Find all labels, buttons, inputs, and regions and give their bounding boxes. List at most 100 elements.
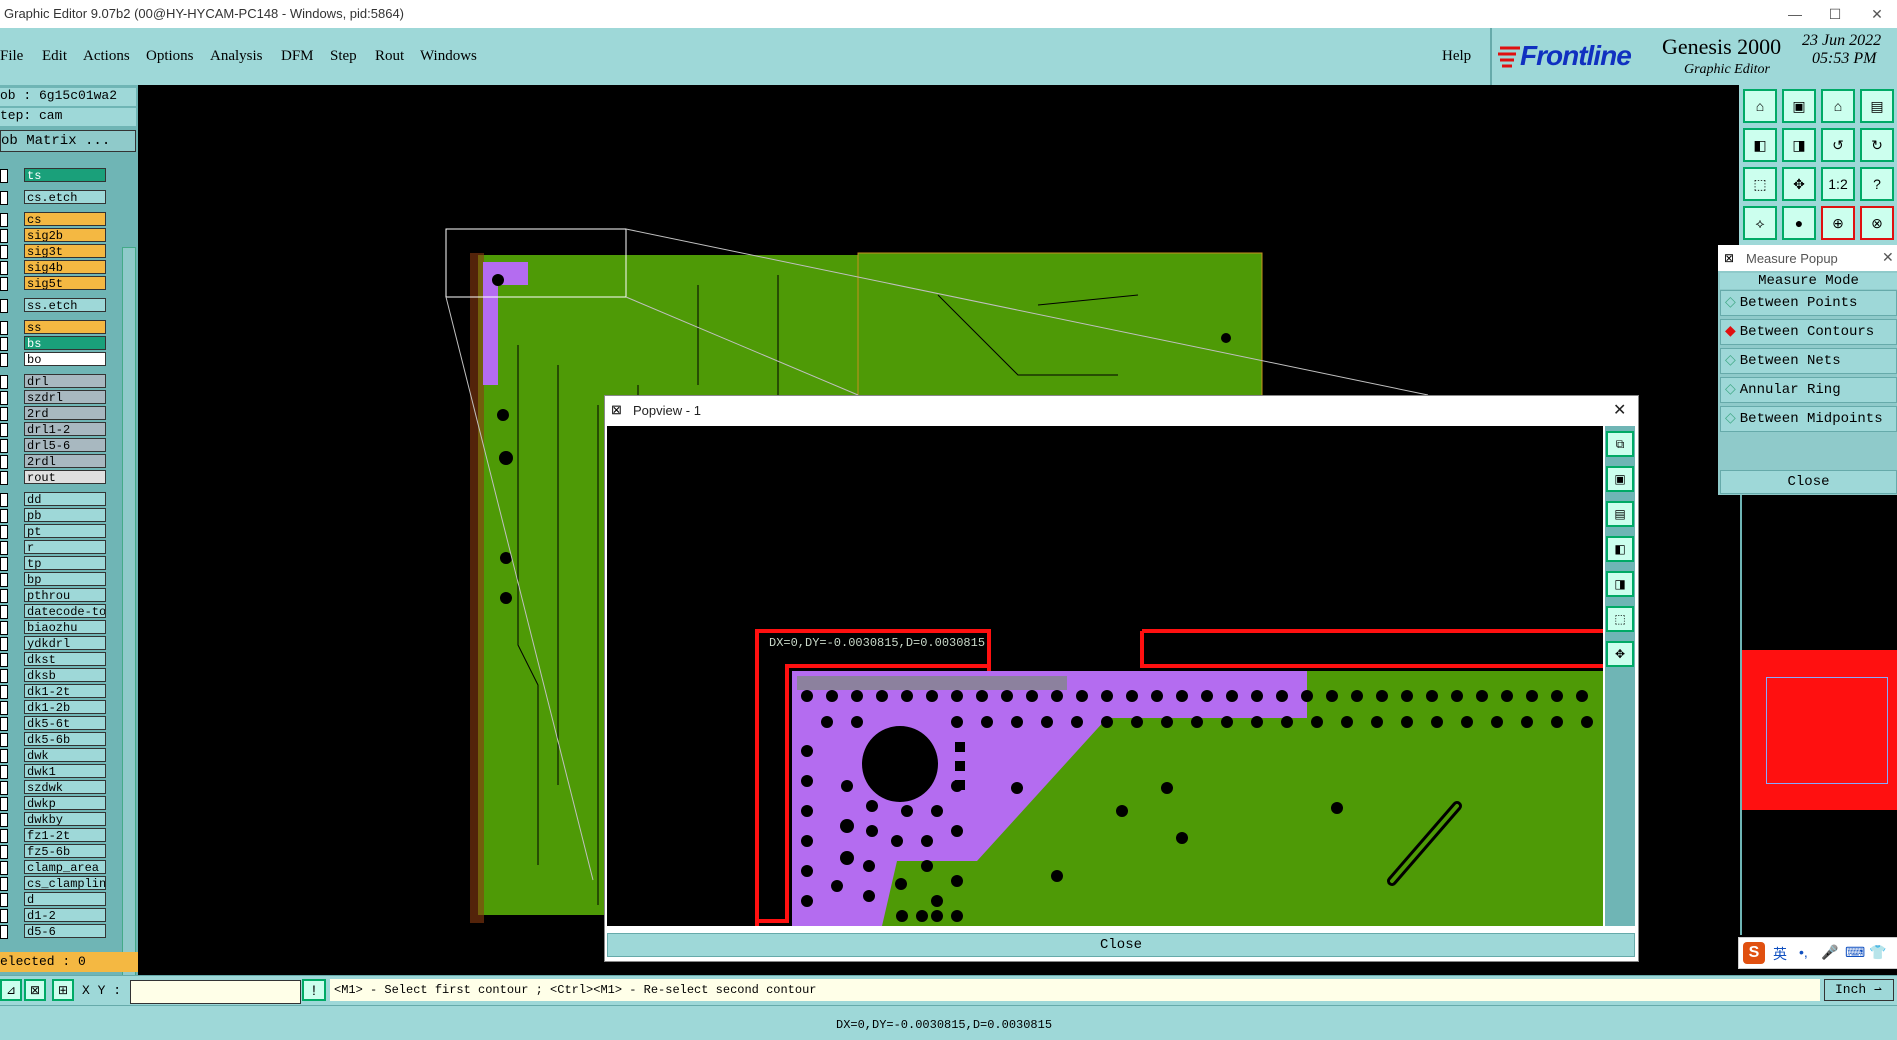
layer-name[interactable]: sig3t bbox=[24, 244, 106, 258]
layer-name[interactable]: dksb bbox=[24, 668, 106, 682]
layer-name[interactable]: r bbox=[24, 540, 106, 554]
units-selector[interactable]: Inch ⇀ bbox=[1824, 979, 1894, 1001]
layer-checkbox[interactable] bbox=[0, 299, 8, 313]
layer-name[interactable]: 2rd bbox=[24, 406, 106, 420]
layer-checkbox[interactable] bbox=[0, 621, 8, 635]
xy-input[interactable] bbox=[130, 980, 301, 1004]
measure-close-icon[interactable]: ✕ bbox=[1882, 249, 1894, 266]
layer-row[interactable]: bs bbox=[0, 336, 110, 351]
center-icon[interactable]: ✥ bbox=[1782, 167, 1816, 201]
layer-checkbox[interactable] bbox=[0, 423, 8, 437]
cmd-tool-2-icon[interactable]: ⊠ bbox=[24, 979, 46, 1001]
layer-checkbox[interactable] bbox=[0, 733, 8, 747]
option-between-points[interactable]: ◇ Between Points bbox=[1720, 290, 1897, 316]
layer-row[interactable]: fz1-2t bbox=[0, 828, 110, 843]
layer-name[interactable]: dk1-2t bbox=[24, 684, 106, 698]
layer-name[interactable]: fz5-6b bbox=[24, 844, 106, 858]
layer-name[interactable]: bo bbox=[24, 352, 106, 366]
layer-checkbox[interactable] bbox=[0, 749, 8, 763]
layer-row[interactable]: dd bbox=[0, 492, 110, 507]
close-window-button[interactable]: ✕ bbox=[1862, 4, 1892, 24]
layer-checkbox[interactable] bbox=[0, 229, 8, 243]
layer-row[interactable]: clamp_area bbox=[0, 860, 110, 875]
layer-checkbox[interactable] bbox=[0, 589, 8, 603]
layer-name[interactable]: clamp_area bbox=[24, 860, 106, 874]
layer-row[interactable]: dk1-2b bbox=[0, 700, 110, 715]
menu-edit[interactable]: Edit bbox=[42, 48, 67, 65]
cmd-tool-3-icon[interactable]: ⊞ bbox=[52, 979, 74, 1001]
layer-checkbox[interactable] bbox=[0, 893, 8, 907]
option-between-midpoints[interactable]: ◇ Between Midpoints bbox=[1720, 406, 1897, 432]
layer-checkbox[interactable] bbox=[0, 321, 8, 335]
undo-view-icon[interactable]: ↺ bbox=[1821, 128, 1855, 162]
layer-row[interactable]: d1-2 bbox=[0, 908, 110, 923]
layer-checkbox[interactable] bbox=[0, 765, 8, 779]
layer-checkbox[interactable] bbox=[0, 493, 8, 507]
popview-fit-icon[interactable]: ⧉ bbox=[1606, 431, 1634, 457]
layer-name[interactable]: cs bbox=[24, 212, 106, 226]
layer-name[interactable]: drl5-6 bbox=[24, 438, 106, 452]
layer-checkbox[interactable] bbox=[0, 375, 8, 389]
layer-name[interactable]: ydkdrl bbox=[24, 636, 106, 650]
layer-name[interactable]: tp bbox=[24, 556, 106, 570]
layer-row[interactable]: szdwk bbox=[0, 780, 110, 795]
layer-name[interactable]: dk5-6t bbox=[24, 716, 106, 730]
layer-row[interactable]: datecode-to bbox=[0, 604, 110, 619]
layer-row[interactable]: d bbox=[0, 892, 110, 907]
layer-checkbox[interactable] bbox=[0, 573, 8, 587]
layer-row[interactable]: pthrou bbox=[0, 588, 110, 603]
popview-close-button[interactable]: Close bbox=[607, 933, 1635, 957]
layer-row[interactable]: tp bbox=[0, 556, 110, 571]
layer-checkbox[interactable] bbox=[0, 925, 8, 939]
measure-icon[interactable]: ⊕ bbox=[1821, 206, 1855, 240]
layer-row[interactable]: d5-6 bbox=[0, 924, 110, 939]
layer-scrollbar[interactable] bbox=[122, 247, 136, 1036]
layer-row[interactable]: 2rdl bbox=[0, 454, 110, 469]
ime-punctuation-icon[interactable]: •, bbox=[1799, 944, 1808, 960]
layer-row[interactable]: sig2b bbox=[0, 228, 110, 243]
cmd-tool-1-icon[interactable]: ⊿ bbox=[0, 979, 22, 1001]
layer-name[interactable]: sig5t bbox=[24, 276, 106, 290]
layer-name[interactable]: ss.etch bbox=[24, 298, 106, 312]
option-between-contours[interactable]: ◆ Between Contours bbox=[1720, 319, 1897, 345]
layer-name[interactable]: pthrou bbox=[24, 588, 106, 602]
layer-name[interactable]: ss bbox=[24, 320, 106, 334]
layer-name[interactable]: cs_clampline bbox=[24, 876, 106, 890]
layer-checkbox[interactable] bbox=[0, 653, 8, 667]
layer-name[interactable]: dk5-6b bbox=[24, 732, 106, 746]
layer-row[interactable]: sig5t bbox=[0, 276, 110, 291]
layer-name[interactable]: d5-6 bbox=[24, 924, 106, 938]
option-between-nets[interactable]: ◇ Between Nets bbox=[1720, 348, 1897, 374]
layer-checkbox[interactable] bbox=[0, 669, 8, 683]
layer-row[interactable]: dk1-2t bbox=[0, 684, 110, 699]
layer-row[interactable]: dk5-6b bbox=[0, 732, 110, 747]
layer-name[interactable]: pt bbox=[24, 524, 106, 538]
layer-row[interactable]: dksb bbox=[0, 668, 110, 683]
layer-name[interactable]: sig2b bbox=[24, 228, 106, 242]
layer-name[interactable]: szdrl bbox=[24, 390, 106, 404]
popview-pan-right-icon[interactable]: ◨ bbox=[1606, 571, 1634, 597]
layer-name[interactable]: cs.etch bbox=[24, 190, 106, 204]
menu-dfm[interactable]: DFM bbox=[281, 48, 314, 65]
scale-icon[interactable]: 1:2 bbox=[1821, 167, 1855, 201]
ime-skin-icon[interactable]: 👕 bbox=[1869, 944, 1886, 961]
minimize-button[interactable]: — bbox=[1780, 4, 1810, 24]
layer-name[interactable]: 2rdl bbox=[24, 454, 106, 468]
layer-checkbox[interactable] bbox=[0, 861, 8, 875]
layer-name[interactable]: dkst bbox=[24, 652, 106, 666]
zoom-home-icon[interactable]: ⌂ bbox=[1743, 89, 1777, 123]
layer-row[interactable]: szdrl bbox=[0, 390, 110, 405]
layer-name[interactable]: drl1-2 bbox=[24, 422, 106, 436]
layer-row[interactable]: cs bbox=[0, 212, 110, 227]
layer-checkbox[interactable] bbox=[0, 781, 8, 795]
probe-icon[interactable]: ● bbox=[1782, 206, 1816, 240]
layer-row[interactable]: ss bbox=[0, 320, 110, 335]
layer-checkbox[interactable] bbox=[0, 391, 8, 405]
layer-checkbox[interactable] bbox=[0, 541, 8, 555]
layer-name[interactable]: dk1-2b bbox=[24, 700, 106, 714]
popview-close-icon[interactable]: ✕ bbox=[1613, 400, 1626, 420]
layer-name[interactable]: dwk bbox=[24, 748, 106, 762]
layer-row[interactable]: sig3t bbox=[0, 244, 110, 259]
layer-row[interactable]: fz5-6b bbox=[0, 844, 110, 859]
layer-name[interactable]: biaozhu bbox=[24, 620, 106, 634]
